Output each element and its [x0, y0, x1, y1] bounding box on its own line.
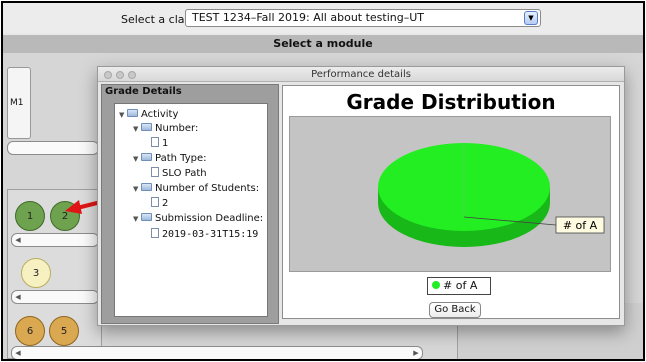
row2-scrollbar[interactable]: ◀	[11, 290, 99, 304]
tree-leaf-label: SLO Path	[162, 168, 207, 179]
grade-details-tree: ▼ Activity ▼ Number: 1 ▼ Path Type: SLO Pat…	[114, 103, 268, 317]
minimize-icon[interactable]	[116, 71, 124, 79]
scroll-left-icon[interactable]: ◀	[12, 291, 24, 303]
document-icon	[151, 197, 159, 207]
document-icon	[151, 167, 159, 177]
tree-leaf-deadline-value[interactable]: 2019-03-31T15:19	[151, 227, 258, 241]
class-select-dropdown[interactable]: TEST 1234–Fall 2019: All about testing–U…	[185, 9, 541, 27]
expand-triangle-icon[interactable]: ▼	[133, 212, 141, 226]
module-card-m1[interactable]: M1	[7, 67, 31, 139]
tree-node-number[interactable]: ▼ Number:	[133, 122, 198, 136]
class-select-value: TEST 1234–Fall 2019: All about testing–U…	[192, 11, 424, 24]
tree-leaf-students-value[interactable]: 2	[151, 196, 168, 210]
close-icon[interactable]	[104, 71, 112, 79]
grade-details-title: Grade Details	[105, 86, 182, 97]
scroll-left-icon[interactable]: ◀	[12, 347, 24, 359]
tree-leaf-path-value[interactable]: SLO Path	[151, 166, 207, 180]
grade-distribution-chart: Grade Distribution # of A # of A Go Back	[282, 85, 620, 319]
tree-leaf-label: 2019-03-31T15:19	[162, 229, 259, 240]
activity-node-1[interactable]: 1	[15, 201, 45, 231]
chart-legend: # of A	[427, 277, 491, 295]
chart-title: Grade Distribution	[346, 90, 556, 114]
class-selector-bar: Select a class: TEST 1234–Fall 2019: All…	[3, 3, 643, 33]
module-card-label: M1	[10, 98, 24, 108]
maximize-icon[interactable]	[128, 71, 136, 79]
tree-node-activity[interactable]: ▼ Activity	[119, 108, 178, 122]
tree-node-path-type[interactable]: ▼ Path Type:	[133, 152, 206, 166]
tree-node-label: Number of Students:	[155, 183, 260, 194]
row3-scrollbar[interactable]: ◀ ▶	[11, 346, 423, 359]
tree-node-label: Path Type:	[155, 153, 207, 164]
legend-label: # of A	[443, 279, 478, 292]
folder-icon	[127, 109, 138, 117]
tree-leaf-number-value[interactable]: 1	[151, 136, 168, 150]
activity-node-5[interactable]: 5	[49, 316, 79, 346]
activity-node-3[interactable]: 3	[21, 258, 51, 288]
go-back-button[interactable]: Go Back	[429, 302, 481, 318]
activity-node-6[interactable]: 6	[15, 316, 45, 346]
tree-node-deadline[interactable]: ▼ Submission Deadline:	[133, 212, 263, 226]
document-icon	[151, 228, 159, 238]
folder-icon	[141, 123, 152, 131]
chevron-down-icon[interactable]: ▼	[524, 11, 538, 25]
tree-node-label: Activity	[141, 109, 179, 120]
row1-scrollbar[interactable]: ◀	[11, 233, 99, 247]
module-header: Select a module	[3, 35, 643, 53]
tree-leaf-label: 1	[162, 138, 169, 149]
pie-label-text: # of A	[563, 219, 598, 232]
document-icon	[151, 137, 159, 147]
expand-triangle-icon[interactable]: ▼	[119, 108, 127, 122]
folder-icon	[141, 153, 152, 161]
tree-node-students[interactable]: ▼ Number of Students:	[133, 182, 259, 196]
folder-icon	[141, 183, 152, 191]
tree-leaf-label: 2	[162, 198, 169, 209]
expand-triangle-icon[interactable]: ▼	[133, 122, 141, 136]
dialog-title: Performance details	[311, 69, 411, 80]
module-scrollbar[interactable]	[7, 141, 99, 155]
expand-triangle-icon[interactable]: ▼	[133, 182, 141, 196]
tree-node-label: Number:	[155, 123, 199, 134]
expand-triangle-icon[interactable]: ▼	[133, 152, 141, 166]
scroll-left-icon[interactable]: ◀	[12, 234, 24, 246]
app-window: Select a class: TEST 1234–Fall 2019: All…	[1, 1, 645, 361]
chart-plot-area: # of A	[289, 116, 611, 272]
pie-chart-svg: # of A	[378, 143, 605, 247]
dialog-titlebar[interactable]: Performance details	[98, 67, 624, 82]
tree-node-label: Submission Deadline:	[155, 213, 264, 224]
scroll-right-icon[interactable]: ▶	[410, 347, 422, 359]
performance-details-dialog: Performance details Grade Details ▼ Activ…	[97, 66, 625, 326]
grade-details-panel: Grade Details ▼ Activity ▼ Number: 1 ▼ Path…	[101, 84, 279, 324]
legend-swatch	[432, 281, 440, 289]
folder-icon	[141, 213, 152, 221]
